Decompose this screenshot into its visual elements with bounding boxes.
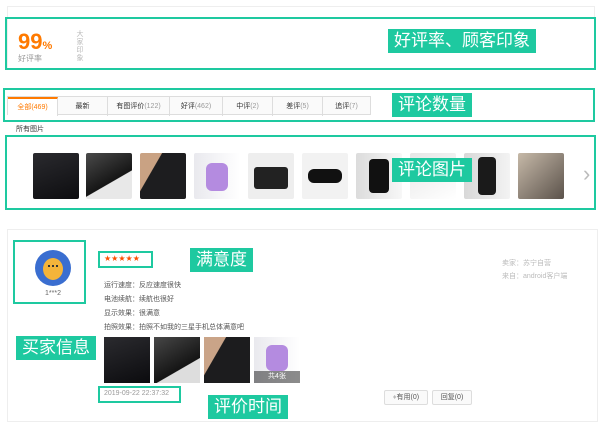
phone-box-shape — [254, 167, 288, 189]
tab-with-photos[interactable]: 有图评价(122) — [108, 97, 170, 116]
useful-button[interactable]: ♦有用(0) — [384, 390, 428, 405]
rating-stars: ★★★★★ — [104, 254, 140, 263]
annotation-review-count: 评论数量 — [392, 93, 472, 117]
tab-neutral-label: 中评 — [236, 103, 251, 110]
review-tabs: 全部(469) 最新 有图评价(122) 好评(462) 中评(2) 差评(5)… — [7, 96, 371, 116]
review-line-battery: 电池续航：续航也很好 — [104, 296, 174, 303]
avatar — [35, 250, 71, 286]
tab-latest[interactable]: 最新 — [58, 97, 108, 116]
tab-neutral-count: (2) — [250, 103, 259, 110]
tab-latest-label: 最新 — [75, 103, 90, 110]
phone-shape — [478, 157, 496, 195]
tab-all-label: 全部 — [17, 104, 32, 111]
gallery-photo-6[interactable] — [302, 153, 348, 199]
review-line-display: 显示效果：很满意 — [104, 310, 160, 317]
annotation-satisfaction: 满意度 — [190, 248, 253, 272]
phone-camera-shape — [206, 163, 228, 191]
review-timestamp: 2019-09-22 22:37:32 — [104, 390, 169, 397]
glasses-shape — [308, 169, 342, 183]
review-photo-2[interactable] — [154, 337, 200, 383]
good-rate: 99% — [18, 29, 52, 55]
tab-all[interactable]: 全部(469) — [8, 97, 58, 116]
tab-with-photos-label: 有图评价 — [116, 103, 145, 110]
gallery-next-arrow[interactable]: › — [583, 161, 590, 187]
review-photo-3[interactable] — [204, 337, 250, 383]
gallery-photo-4[interactable] — [194, 153, 240, 199]
annotation-rating-impression: 好评率、顾客印象 — [388, 29, 536, 53]
tab-positive-count: (462) — [194, 103, 212, 110]
review-line-camera: 拍照效果：拍照不如我的三星手机总体满意吧 — [104, 324, 244, 331]
annotation-buyer-info: 买家信息 — [16, 336, 96, 360]
tab-follow-up-label: 追评 — [335, 103, 350, 110]
gallery-photo-2[interactable] — [86, 153, 132, 199]
all-photos-label: 所有图片 — [16, 126, 44, 133]
photo-count-badge: 共4张 — [254, 371, 300, 383]
gallery-highlight-frame: › — [5, 135, 596, 210]
username: 1***2 — [45, 290, 61, 297]
reply-button[interactable]: 回复(0) — [432, 390, 472, 405]
tab-follow-up-count: (7) — [349, 103, 358, 110]
good-rate-label: 好评率 — [18, 54, 42, 63]
source-info: 来自：android客户端 — [502, 273, 568, 280]
review-line-speed: 运行速度：反应速度很快 — [104, 282, 181, 289]
tab-follow-up[interactable]: 追评(7) — [323, 97, 370, 116]
tab-positive-label: 好评 — [180, 103, 195, 110]
impression-label: 大家印象 — [76, 30, 83, 62]
review-photo-4[interactable]: 共4张 — [254, 337, 300, 383]
good-rate-unit: % — [42, 40, 53, 52]
review-photo-1[interactable] — [104, 337, 150, 383]
avatar-lion-eyes — [48, 265, 58, 270]
gallery-photo-1[interactable] — [33, 153, 79, 199]
good-rate-value: 99 — [18, 29, 43, 54]
reply-button-label: 回复(0) — [440, 394, 464, 401]
seller-info: 卖家：苏宁自营 — [502, 260, 551, 267]
tab-neutral[interactable]: 中评(2) — [223, 97, 273, 116]
phone-camera-shape — [266, 345, 288, 371]
tab-negative-count: (5) — [300, 103, 309, 110]
gallery-photo-10[interactable] — [518, 153, 564, 199]
tab-negative[interactable]: 差评(5) — [273, 97, 323, 116]
tab-with-photos-count: (122) — [144, 103, 161, 110]
useful-button-label: 有用(0) — [396, 394, 420, 401]
tab-all-count: (469) — [31, 104, 48, 111]
gallery-photo-5[interactable] — [248, 153, 294, 199]
annotation-review-time: 评价时间 — [208, 395, 288, 419]
annotation-review-photos: 评论图片 — [392, 158, 472, 182]
phone-shape — [369, 159, 389, 193]
tab-negative-label: 差评 — [286, 103, 301, 110]
gallery-photo-3[interactable] — [140, 153, 186, 199]
tab-positive[interactable]: 好评(462) — [170, 97, 223, 116]
